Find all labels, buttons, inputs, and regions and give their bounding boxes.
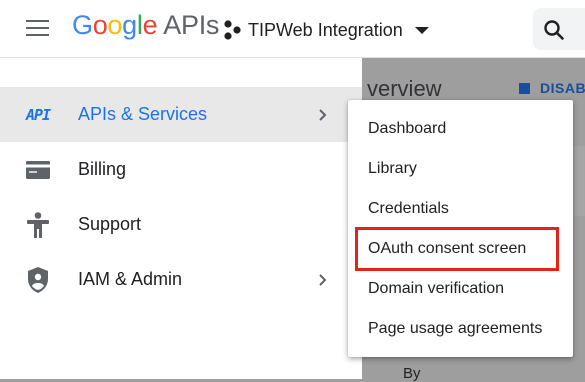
nav-item-label: Billing [78, 159, 127, 179]
logo-letter: g [122, 10, 137, 40]
disable-api-button: DISAB [519, 80, 585, 96]
submenu-item-oauth-consent-screen[interactable]: OAuth consent screen [348, 229, 573, 269]
caret-down-icon [414, 26, 429, 34]
page-title-fragment: verview [367, 76, 442, 101]
submenu-item-dashboard[interactable]: Dashboard [348, 109, 573, 149]
project-hexagon-icon [224, 20, 241, 40]
nav-item-support[interactable]: Support [0, 197, 362, 252]
nav-item-label: Support [78, 214, 142, 234]
logo-apis-text: APIs [163, 10, 220, 40]
stop-square-icon [519, 82, 530, 94]
nav-item-label: IAM & Admin [78, 269, 183, 289]
nav-item-label: APIs & Services [78, 104, 208, 124]
support-person-icon [25, 211, 51, 238]
hamburger-menu-icon[interactable] [26, 20, 49, 36]
api-icon: API [25, 102, 51, 128]
apis-services-submenu: Dashboard Library Credentials OAuth cons… [348, 100, 573, 357]
submenu-item-domain-verification[interactable]: Domain verification [348, 269, 573, 309]
background-by-text: By [403, 365, 421, 382]
billing-card-icon [25, 157, 51, 183]
nav-item-apis-services[interactable]: API APIs & Services [0, 87, 362, 142]
logo-letter: G [72, 10, 93, 40]
logo-letter: o [107, 10, 123, 40]
nav-item-billing[interactable]: Billing [0, 142, 362, 197]
top-app-bar: Google APIs TIPWeb Integration [0, 0, 585, 58]
submenu-item-page-usage-agreements[interactable]: Page usage agreements [348, 309, 573, 349]
submenu-item-credentials[interactable]: Credentials [348, 189, 573, 229]
disable-label: DISAB [540, 80, 585, 96]
shield-icon [25, 266, 51, 293]
submenu-item-library[interactable]: Library [348, 149, 573, 189]
google-apis-logo[interactable]: Google APIs [72, 10, 219, 41]
logo-letter: e [142, 10, 158, 40]
search-icon [544, 20, 564, 40]
chevron-right-icon [319, 273, 327, 286]
chevron-right-icon [319, 108, 327, 121]
search-button[interactable] [533, 8, 585, 50]
project-name: TIPWeb Integration [248, 19, 403, 40]
nav-item-iam-admin[interactable]: IAM & Admin [0, 252, 362, 307]
api-icon-text: API [25, 105, 51, 124]
logo-letter: o [92, 10, 108, 40]
side-navigation: API APIs & Services Billing Support IAM … [0, 58, 362, 379]
project-selector[interactable]: TIPWeb Integration [222, 16, 429, 44]
